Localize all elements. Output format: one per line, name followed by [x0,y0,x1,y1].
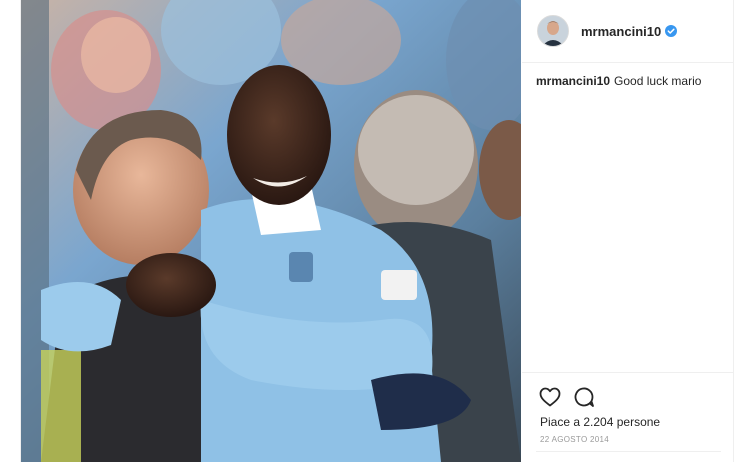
caption-username[interactable]: mrmancini10 [536,74,610,88]
avatar-image [538,16,568,46]
post-sidebar: mrmancini10 mrmancini10 Good luck mario P… [522,0,733,462]
instagram-post: mrmancini10 mrmancini10 Good luck mario P… [20,0,734,462]
post-photo[interactable] [21,0,521,462]
caption-text: Good luck mario [614,74,702,88]
profile-avatar[interactable] [537,15,569,47]
comment-icon[interactable] [572,385,596,409]
post-header: mrmancini10 [522,0,733,63]
verified-badge-icon [665,25,678,37]
heart-icon[interactable] [538,385,562,409]
divider [536,451,721,452]
likes-count[interactable]: Piace a 2.204 persone [540,415,660,429]
post-date: 22 AGOSTO 2014 [540,435,609,444]
post-actions: Piace a 2.204 persone 22 AGOSTO 2014 [522,372,733,463]
post-caption: mrmancini10 Good luck mario [536,74,701,88]
header-username[interactable]: mrmancini10 [581,24,661,39]
photo-illustration [21,0,521,462]
